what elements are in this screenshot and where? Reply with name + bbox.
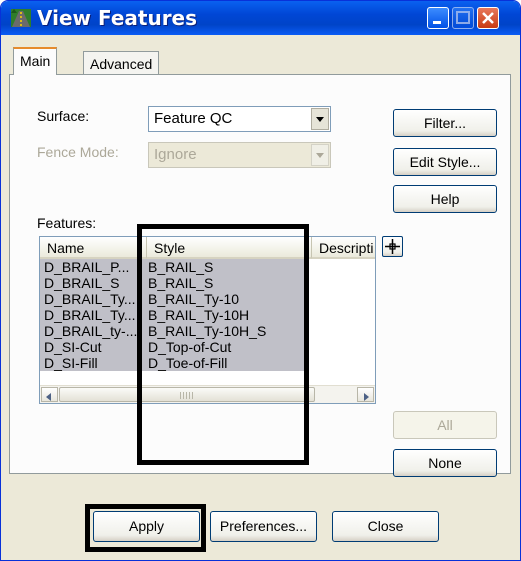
close-icon [482,12,494,24]
maximize-button[interactable] [452,7,474,29]
select-none-button[interactable]: None [393,449,497,477]
minimize-icon [433,21,441,24]
feature-name: D_SI-Fill [44,355,98,371]
chevron-down-icon[interactable] [311,108,329,130]
column-header-description[interactable]: Descripti [312,237,375,259]
surface-value: Feature QC [154,110,233,127]
edit-style-button-label: Edit Style... [409,154,481,170]
select-none-button-label: None [428,455,462,471]
feature-name: D_BRAIL_Ty... [44,291,136,307]
help-button-label: Help [430,191,460,207]
help-button[interactable]: Help [393,185,497,213]
column-header-name-label: Name [47,240,85,256]
column-header-description-label: Descripti [319,240,374,256]
tab-advanced[interactable]: Advanced [83,51,160,75]
filter-button-label: Filter... [423,115,466,131]
minimize-button[interactable] [427,7,449,29]
select-all-button-label: All [437,417,453,433]
fence-mode-dropdown[interactable]: Ignore [148,142,331,168]
fence-mode-label: Fence Mode: [37,144,119,160]
close-button-label: Close [367,518,404,534]
style-column-highlight-box [137,224,309,465]
edit-style-button[interactable]: Edit Style... [393,148,497,176]
chevron-right-icon [364,393,369,401]
scroll-left-button[interactable] [41,387,58,402]
preferences-button-label: Preferences... [219,518,308,534]
feature-name: D_BRAIL_ty-... [44,323,138,339]
close-window-button[interactable] [477,7,499,29]
close-button[interactable]: Close [332,511,439,542]
chevron-left-icon [46,393,51,401]
preferences-button[interactable]: Preferences... [210,511,317,542]
apply-button-highlight-box [85,504,206,552]
window-title: View Features [37,6,198,30]
chevron-down-icon[interactable] [311,144,329,166]
title-bar[interactable]: View Features [1,1,520,35]
road-icon [11,9,31,27]
surface-label: Surface: [37,108,90,124]
target-icon [385,239,400,254]
tab-main[interactable]: Main [13,47,58,75]
feature-name: D_BRAIL_P... [44,259,130,275]
scroll-right-button[interactable] [357,387,374,402]
view-features-window: View Features Main Advanced Surface: Fea… [0,0,521,561]
locate-feature-button[interactable] [382,236,403,257]
feature-name: D_SI-Cut [44,339,102,355]
select-all-button[interactable]: All [393,411,497,439]
features-label: Features: [37,215,97,231]
column-header-name[interactable]: Name [40,237,147,259]
filter-button[interactable]: Filter... [393,109,497,137]
feature-name: D_BRAIL_Ty... [44,307,136,323]
fence-mode-value: Ignore [154,146,197,163]
maximize-icon [456,11,470,24]
tab-advanced-label: Advanced [90,56,153,72]
feature-name: D_BRAIL_S [44,275,120,291]
surface-dropdown[interactable]: Feature QC [148,106,331,132]
tab-main-label: Main [20,53,51,69]
